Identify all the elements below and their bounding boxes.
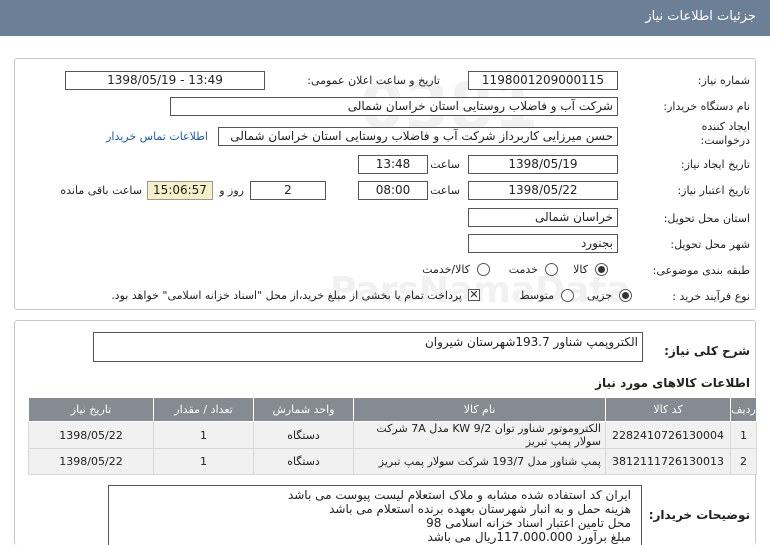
need-number-field: 1198001209000115 xyxy=(468,71,618,90)
page-header: جزئیات اطلاعات نیاز xyxy=(0,0,770,36)
purchase-option-minor: جزیی xyxy=(586,289,612,302)
category-option-goods-service: کالا/خدمت xyxy=(422,263,470,276)
province-field: خراسان شمالی xyxy=(468,208,618,227)
valid-date-label: تاریخ اعتبار نیاز: xyxy=(677,184,750,197)
days-label: روز و xyxy=(219,184,244,197)
purchase-radio-medium[interactable] xyxy=(561,289,574,302)
cell-row: 2 xyxy=(730,448,757,475)
col-row: ردیف xyxy=(730,397,757,422)
create-date-label: تاریخ ایجاد نیاز: xyxy=(680,158,750,171)
table-row[interactable]: 1 2282410726130004 الکتروموتور شناور توا… xyxy=(28,421,757,449)
buyer-notes-label: توضیحات خریدار: xyxy=(648,508,750,522)
cell-date: 1398/05/22 xyxy=(28,421,154,449)
create-time-field: 13:48 xyxy=(358,155,428,174)
province-label: استان محل تحویل: xyxy=(663,212,750,225)
valid-date-field: 1398/05/22 xyxy=(468,181,618,200)
treasury-note: پرداخت تمام یا بخشی از مبلغ خرید،از محل … xyxy=(111,289,462,302)
cell-qty: 1 xyxy=(153,448,254,475)
announce-label: تاریخ و ساعت اعلان عمومی: xyxy=(307,74,440,87)
need-number-label: شماره نیاز: xyxy=(697,74,750,87)
summary-field: الکتروپمپ شناور 193.7شهرستان شیروان xyxy=(93,332,643,362)
note-line: ایران کد استفاده شده مشابه و ملاک استعلا… xyxy=(287,488,631,502)
note-line: هزینه حمل و به انبار شهرستان بعهده برنده… xyxy=(329,502,631,516)
cell-qty: 1 xyxy=(153,421,254,449)
cell-unit: دستگاه xyxy=(253,421,354,449)
col-date: تاریخ نیاز xyxy=(28,397,154,422)
cell-name: الکتروموتور شناور توان KW 9/2 مدل 7A شرک… xyxy=(353,421,606,449)
purchase-type-label: نوع فرآیند خرید : xyxy=(672,290,750,303)
category-radio-service[interactable] xyxy=(545,263,558,276)
creator-field: حسن میرزایی کاربرداز شرکت آب و فاضلاب رو… xyxy=(218,127,618,146)
items-title: اطلاعات کالاهای مورد نیاز xyxy=(595,376,750,390)
category-radio-goods-service[interactable] xyxy=(477,263,490,276)
city-field: بجنورد xyxy=(468,234,618,253)
create-date-field: 1398/05/19 xyxy=(468,155,618,174)
items-table: ردیف کد کالا نام کالا واحد شمارش تعداد /… xyxy=(28,397,757,475)
purchase-option-medium: متوسط xyxy=(519,289,554,302)
announce-field: 1398/05/19 - 13:49 xyxy=(65,71,265,90)
buyer-contact-link[interactable]: اطلاعات تماس خریدار xyxy=(106,130,208,143)
buyer-label: نام دستگاه خریدار: xyxy=(663,100,750,113)
items-table-header: ردیف کد کالا نام کالا واحد شمارش تعداد /… xyxy=(28,397,757,422)
cell-row: 1 xyxy=(730,421,757,449)
note-line: محل تامین اعتبار اسناد خزانه اسلامی 98 xyxy=(426,516,631,530)
cell-code: 2282410726130004 xyxy=(605,421,731,449)
cell-date: 1398/05/22 xyxy=(28,448,154,475)
buyer-notes-box: ایران کد استفاده شده مشابه و ملاک استعلا… xyxy=(108,485,642,545)
col-unit: واحد شمارش xyxy=(253,397,354,422)
purchase-radio-minor[interactable] xyxy=(619,289,632,302)
page-title: جزئیات اطلاعات نیاز xyxy=(645,9,756,24)
summary-label: شرح کلی نیاز: xyxy=(664,344,750,358)
note-line: مبلغ برآورد 117.000.000ریال می باشد xyxy=(427,530,631,544)
category-option-goods: کالا xyxy=(573,263,588,276)
col-name: نام کالا xyxy=(353,397,606,422)
valid-time-field: 08:00 xyxy=(358,181,428,200)
col-qty: تعداد / مقدار xyxy=(153,397,254,422)
days-remaining-field: 2 xyxy=(250,181,326,200)
time-remaining-label: ساعت باقی مانده xyxy=(60,184,142,197)
cell-name: پمپ شناور مدل 193/7 شرکت سولار پمپ تبریز xyxy=(353,448,606,475)
time-remaining-field: 15:06:57 xyxy=(147,181,213,200)
category-option-service: خدمت xyxy=(508,263,538,276)
category-label: طبقه بندی موضوعی: xyxy=(652,264,750,277)
cell-unit: دستگاه xyxy=(253,448,354,475)
city-label: شهر محل تحویل: xyxy=(670,238,750,251)
create-time-label: ساعت xyxy=(430,158,460,171)
cell-code: 3812111726130013 xyxy=(605,448,731,475)
creator-label: ایجاد کننده درخواست: xyxy=(700,120,750,147)
category-radio-goods[interactable] xyxy=(595,263,608,276)
treasury-checkbox[interactable]: ✕ xyxy=(468,289,480,301)
table-row[interactable]: 2 3812111726130013 پمپ شناور مدل 193/7 ش… xyxy=(28,448,757,475)
buyer-field: شرکت آب و فاضلاب روستایی استان خراسان شم… xyxy=(170,97,618,116)
col-code: کد کالا xyxy=(605,397,731,422)
valid-time-label: ساعت xyxy=(430,184,460,197)
